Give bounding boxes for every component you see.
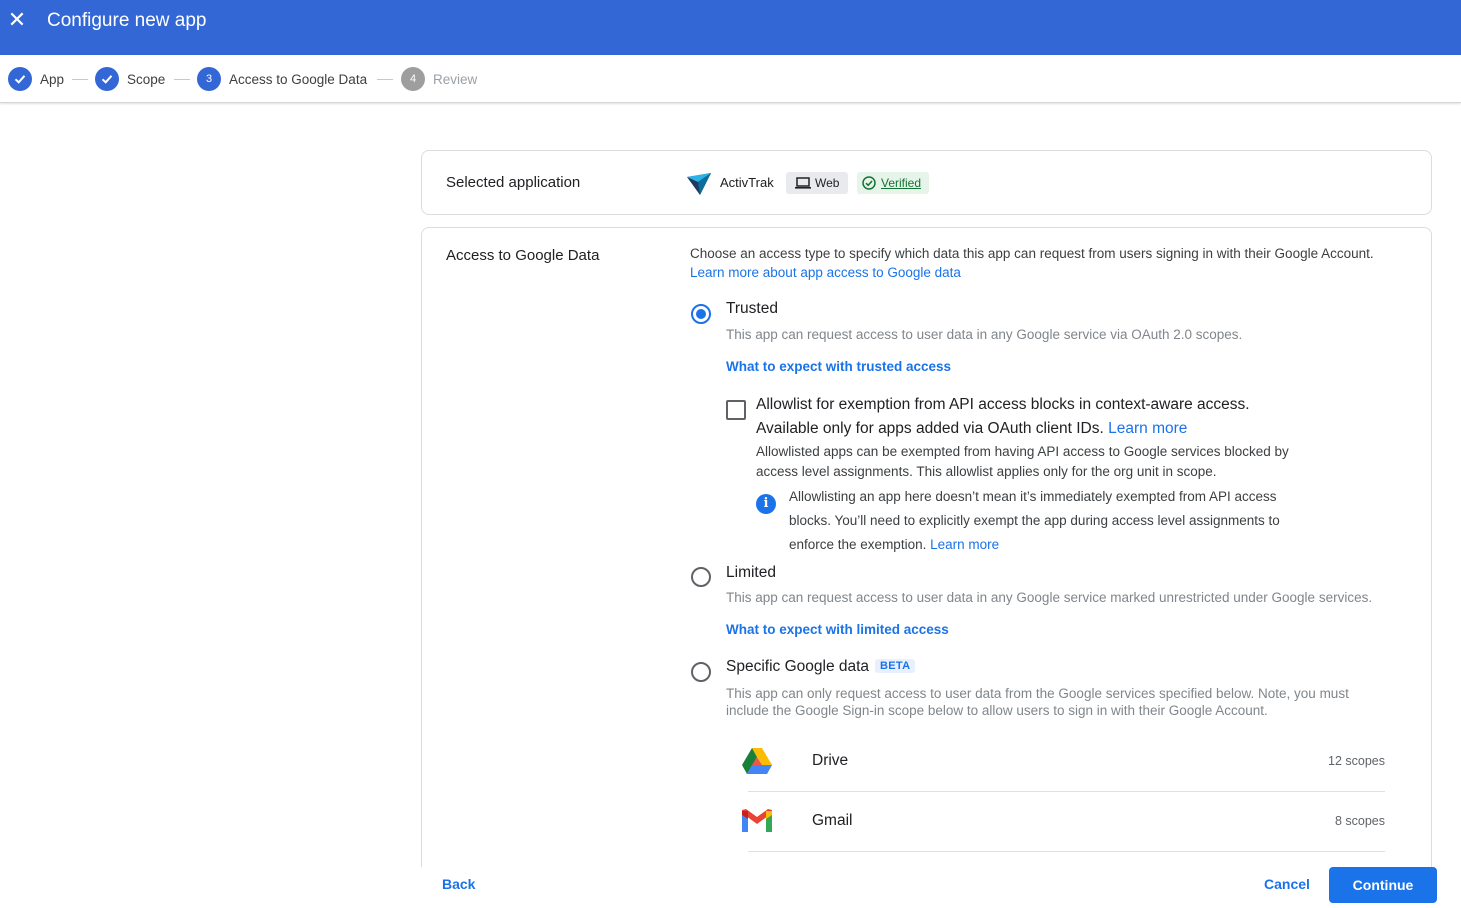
step-scope[interactable]: Scope (95, 67, 165, 91)
radio-trusted[interactable] (691, 304, 711, 324)
verified-label: Verified (881, 176, 922, 190)
info-learn-more-link[interactable]: Learn more (930, 537, 999, 552)
option-title-trusted: Trusted (726, 300, 778, 317)
limited-access-link[interactable]: What to expect with limited access (726, 622, 949, 637)
service-name: Drive (812, 752, 849, 769)
step-divider (377, 79, 393, 80)
allowlist-learn-more-link[interactable]: Learn more (1108, 420, 1187, 437)
info-icon: i (756, 494, 776, 514)
step-label: Scope (127, 71, 166, 87)
allowlist-body-line1: Allowlisted apps can be exempted from ha… (756, 444, 1289, 459)
service-scope-count: 12 scopes (1328, 754, 1385, 768)
cancel-button[interactable]: Cancel (1264, 876, 1310, 892)
section-label: Access to Google Data (446, 247, 600, 264)
step-divider (174, 79, 190, 80)
info-line3-text: enforce the exemption. (789, 537, 927, 552)
service-scope-count: 8 scopes (1334, 814, 1385, 828)
back-button[interactable]: Back (442, 876, 475, 892)
option-desc-limited: This app can request access to user data… (726, 590, 1373, 605)
laptop-icon (795, 177, 811, 189)
service-name: Gmail (812, 812, 853, 829)
service-row-gmail[interactable]: Gmail 8 scopes (742, 791, 1385, 851)
app-name: ActivTrak (720, 175, 774, 190)
service-row-drive[interactable]: Drive 12 scopes (742, 731, 1385, 791)
access-description: Choose an access type to specify which d… (690, 246, 1374, 261)
verified-chip[interactable]: Verified (857, 172, 929, 194)
option-title-specific-text: Specific Google data (726, 658, 870, 675)
step-number: 3 (197, 67, 221, 91)
info-line2: blocks. You’ll need to explicitly exempt… (789, 513, 1280, 528)
app-header: ✕ Configure new app (0, 0, 1461, 55)
step-access[interactable]: 3 Access to Google Data (197, 67, 367, 91)
step-review[interactable]: 4 Review (401, 67, 477, 91)
option-desc-specific-line2: include the Google Sign-in scope below t… (726, 703, 1268, 718)
option-title-limited: Limited (726, 564, 776, 581)
allowlist-body-line2: access level assignments. This allowlist… (756, 464, 1217, 479)
drive-icon (742, 748, 772, 774)
allowlist-title: Allowlist for exemption from API access … (756, 396, 1250, 413)
check-icon (95, 67, 119, 91)
page-title: Configure new app (47, 10, 207, 31)
section-label: Selected application (446, 174, 581, 191)
allowlist-subtitle-text: Available only for apps added via OAuth … (756, 420, 1104, 437)
step-app[interactable]: App (8, 67, 64, 91)
step-label: Access to Google Data (229, 71, 368, 87)
activtrak-logo (687, 173, 711, 195)
verified-check-icon (862, 176, 876, 190)
option-desc-specific-line1: This app can only request access to user… (726, 686, 1349, 701)
option-title-specific: Specific Google data BETA (726, 658, 916, 676)
platform-label: Web (815, 176, 840, 190)
step-label: Review (433, 71, 478, 87)
selected-application-card: Selected application ActivTrak Web Verif… (421, 150, 1432, 215)
trusted-access-link[interactable]: What to expect with trusted access (726, 359, 951, 374)
radio-specific[interactable] (691, 662, 711, 682)
step-label: App (40, 71, 65, 87)
allowlist-subtitle: Available only for apps added via OAuth … (756, 417, 1187, 441)
step-divider (72, 79, 88, 80)
learn-more-app-access-link[interactable]: Learn more about app access to Google da… (690, 265, 961, 280)
gmail-icon (742, 809, 772, 832)
info-line1: Allowlisting an app here doesn’t mean it… (789, 489, 1277, 504)
service-divider (748, 851, 1385, 852)
allowlist-checkbox[interactable] (726, 400, 746, 420)
close-icon[interactable]: ✕ (6, 8, 28, 32)
check-icon (8, 67, 32, 91)
beta-badge: BETA (875, 659, 916, 673)
stepper: App Scope 3 Access to Google Data 4 Revi… (0, 55, 1461, 103)
continue-button[interactable]: Continue (1329, 867, 1437, 903)
access-card: Access to Google Data Choose an access t… (421, 227, 1432, 867)
radio-limited[interactable] (691, 567, 711, 587)
step-number: 4 (401, 67, 425, 91)
platform-chip: Web (786, 172, 848, 194)
info-line3: enforce the exemption. Learn more (789, 533, 999, 557)
option-desc-trusted: This app can request access to user data… (726, 327, 1243, 342)
